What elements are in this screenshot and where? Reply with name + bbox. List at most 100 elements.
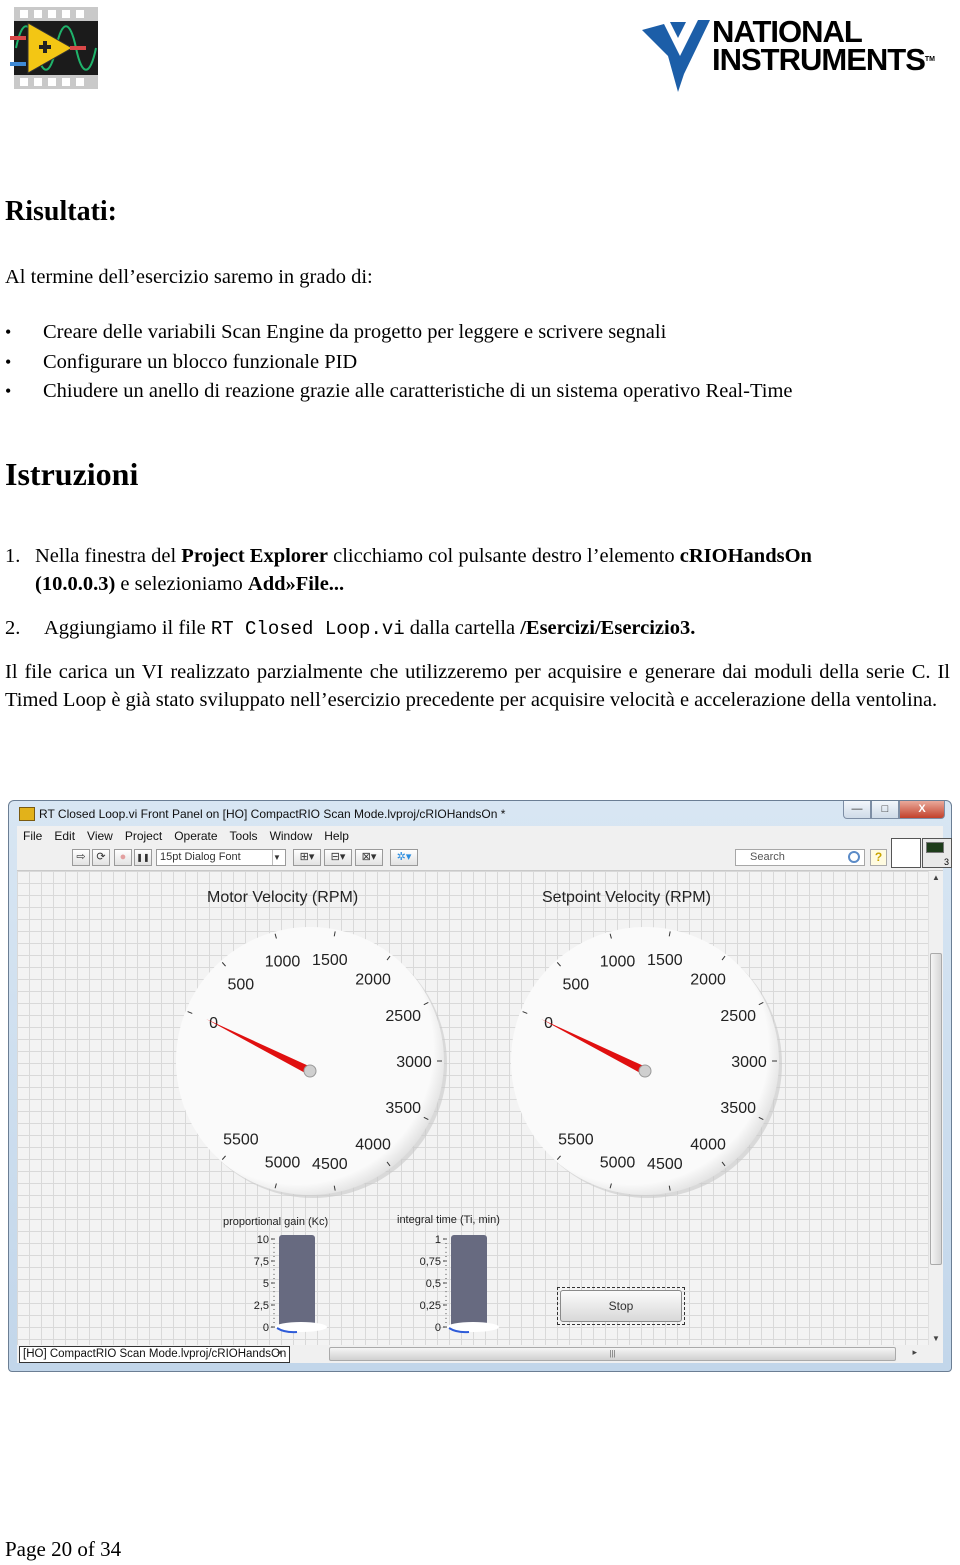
gauge-tick-label: 5500	[223, 1132, 259, 1149]
reorder-button[interactable]: ✲▾	[390, 849, 418, 866]
horizontal-scroll-thumb[interactable]: |||	[329, 1347, 896, 1361]
results-list: Creare delle variabili Scan Engine da pr…	[0, 318, 793, 407]
menu-path: Add»File...	[247, 573, 345, 595]
stop-button[interactable]: Stop	[557, 1287, 685, 1325]
run-continuously-button[interactable]: ⟳	[92, 849, 110, 866]
resize-objects-button[interactable]: ⊠▾	[355, 849, 383, 866]
menu-view[interactable]: View	[81, 826, 119, 846]
gauge-tick-label: 500	[563, 976, 590, 993]
menu-edit[interactable]: Edit	[48, 826, 81, 846]
list-item: Creare delle variabili Scan Engine da pr…	[0, 318, 793, 348]
menu-project[interactable]: Project	[119, 826, 168, 846]
scroll-up-icon[interactable]: ▲	[929, 873, 943, 882]
slider-label-integral-time: integral time (Ti, min)	[397, 1214, 500, 1226]
results-intro: Al termine dell’esercizio saremo in grad…	[5, 266, 373, 288]
instruction-step-2: 2. Aggiungiamo il file RT Closed Loop.vi …	[5, 614, 955, 643]
gauge-tick-label: 4000	[690, 1137, 726, 1154]
vi-icon[interactable]: 3	[922, 838, 952, 868]
menu-window[interactable]: Window	[264, 826, 319, 846]
step-number: 2.	[5, 617, 21, 639]
dropdown-arrow: ▾	[339, 851, 346, 863]
slider-track	[279, 1235, 315, 1329]
vi-window-icon	[19, 807, 35, 821]
window-titlebar[interactable]: RT Closed Loop.vi Front Panel on [HO] Co…	[9, 801, 951, 826]
align-icon: ⊞	[299, 851, 309, 863]
menu-bar: File Edit View Project Operate Tools Win…	[17, 826, 943, 846]
slider-tick-label: 0,5	[426, 1278, 441, 1290]
gauge-tick-label: 0	[544, 1015, 553, 1032]
step-text: e selezioniamo	[115, 573, 248, 595]
abort-button[interactable]: ●	[114, 849, 132, 866]
trademark-mark: TM	[924, 56, 935, 63]
context-help-button[interactable]: ?	[870, 849, 887, 866]
gauge-tick-label: 0	[209, 1015, 218, 1032]
list-item: Chiudere un anello di reazione grazie al…	[0, 377, 793, 407]
setpoint-velocity-gauge: 0 500 1000 1500 2000 2500 3000 3500 4000 4500 5000…	[511, 927, 782, 1198]
run-button[interactable]: ⇨	[72, 849, 90, 866]
gauge-tick-label: 1000	[600, 954, 636, 971]
minimize-button[interactable]: —	[843, 801, 871, 819]
gauge-tick-label: 4000	[355, 1137, 391, 1154]
slider-tick-label: 1	[435, 1234, 441, 1246]
distribute-objects-button[interactable]: ⊟▾	[324, 849, 352, 866]
gauge-hub	[638, 1064, 652, 1078]
menu-help[interactable]: Help	[318, 826, 355, 846]
description-paragraph: Il file carica un VI realizzato parzialm…	[5, 661, 950, 711]
gauge-tick-label: 5000	[600, 1154, 636, 1171]
gauge-tick-label: 1500	[312, 952, 348, 969]
maximize-button[interactable]: □	[871, 801, 899, 819]
gauge-tick-label: 2000	[690, 971, 726, 988]
ni-eagle-icon	[642, 20, 710, 92]
scroll-left-icon[interactable]: ◂	[277, 1347, 282, 1358]
reorder-icon: ✲	[396, 851, 406, 863]
step-number: 1.	[5, 545, 21, 567]
labview-logo	[8, 5, 104, 91]
stop-button-label: Stop	[560, 1290, 682, 1322]
align-objects-button[interactable]: ⊞▾	[293, 849, 321, 866]
connector-pane[interactable]	[891, 838, 921, 868]
menu-file[interactable]: File	[17, 826, 48, 846]
vertical-scroll-thumb[interactable]	[930, 953, 942, 1265]
gauge-tick-label: 5500	[558, 1132, 594, 1149]
gauge-tick-label: 2000	[355, 971, 391, 988]
gauge-tick-label: 3500	[385, 1100, 421, 1117]
font-selected: 15pt Dialog Font	[160, 851, 241, 863]
slider-tick-label: 0,25	[420, 1300, 441, 1312]
application-context[interactable]: [HO] CompactRIO Scan Mode.lvproj/cRIOHan…	[19, 1346, 291, 1363]
resize-icon: ⊠	[361, 851, 371, 863]
distribute-icon: ⊟	[330, 851, 340, 863]
target-name: cRIOHandsOn	[679, 545, 812, 567]
gauge-tick-label: 5000	[265, 1154, 301, 1171]
search-placeholder: Search	[750, 851, 785, 863]
page-number: Page 20 of 34	[5, 1537, 122, 1561]
pause-button[interactable]: ❚❚	[134, 849, 152, 866]
dropdown-arrow: ▾	[308, 851, 315, 863]
gauge-tick-label: 1000	[265, 954, 301, 971]
search-icon[interactable]	[848, 851, 860, 863]
close-button[interactable]: X	[899, 801, 945, 819]
integral-time-slider[interactable]: 1 0,75 0,5 0,25 0	[389, 1229, 499, 1339]
proportional-gain-slider[interactable]: 10 7,5 5 2,5 0	[217, 1229, 327, 1339]
step-text: Aggiungiamo il file	[44, 617, 211, 639]
slider-track	[451, 1235, 487, 1329]
step-text: clicchiamo col pulsante destro l’element…	[327, 545, 680, 567]
vertical-scrollbar[interactable]: ▲ ▼	[928, 871, 943, 1345]
window-client: File Edit View Project Operate Tools Win…	[17, 826, 952, 1363]
front-panel-canvas[interactable]: Motor Velocity (RPM) Setpoint Velocity (…	[17, 871, 929, 1345]
slider-tick-label: 5	[263, 1278, 269, 1290]
gauge-tick-label: 2500	[720, 1008, 756, 1025]
menu-operate[interactable]: Operate	[168, 826, 223, 846]
search-input[interactable]: Search	[735, 849, 865, 866]
horizontal-scrollbar[interactable]: ◂ ||| ▸	[273, 1347, 921, 1361]
motor-velocity-gauge: 0 500 1000 1500 2000 2500 3000 3500 4000 4500 5000…	[176, 927, 447, 1198]
slider-tick-label: 2,5	[254, 1300, 269, 1312]
scroll-right-icon[interactable]: ▸	[912, 1347, 917, 1358]
scroll-down-icon[interactable]: ▼	[929, 1334, 943, 1343]
slider-tick-label: 0,75	[420, 1256, 441, 1268]
text-settings-dropdown[interactable]: 15pt Dialog Font ▼	[156, 849, 286, 866]
dropdown-arrow: ▾	[370, 851, 377, 863]
ni-wordmark: NATIONAL INSTRUMENTSTM	[712, 16, 935, 75]
labview-front-panel-window: RT Closed Loop.vi Front Panel on [HO] Co…	[8, 800, 952, 1372]
gauge-title-motor-velocity: Motor Velocity (RPM)	[207, 889, 359, 906]
menu-tools[interactable]: Tools	[224, 826, 264, 846]
